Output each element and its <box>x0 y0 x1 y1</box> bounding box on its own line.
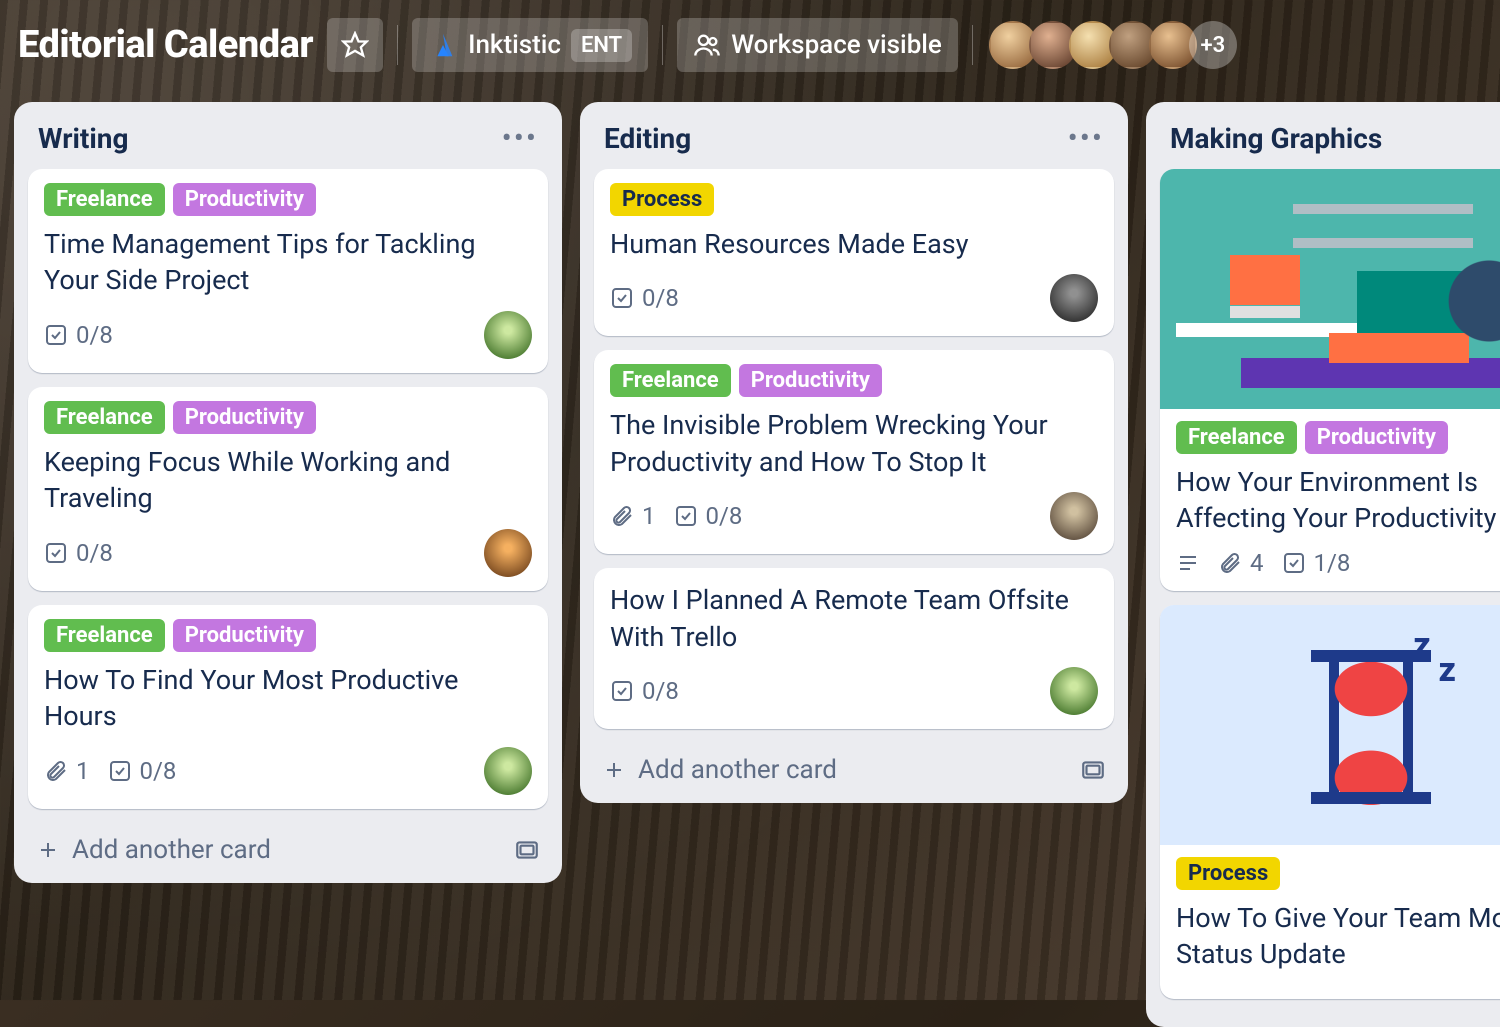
card-cover-image <box>1160 169 1500 409</box>
header-divider <box>972 25 973 65</box>
workspace-plan-badge: ENT <box>571 29 632 62</box>
card-title: Human Resources Made Easy <box>610 226 1098 262</box>
card-member-avatar[interactable] <box>1050 274 1098 322</box>
card-title: How To Find Your Most Productive Hours <box>44 662 532 735</box>
template-icon[interactable] <box>1080 757 1106 783</box>
attachment-badge: 1 <box>610 502 656 530</box>
workspace-name: Inktistic <box>468 30 561 60</box>
list-title[interactable]: Editing <box>604 122 691 155</box>
paperclip-icon <box>610 504 634 528</box>
label-freelance[interactable]: Freelance <box>1176 421 1297 454</box>
card-title: Time Management Tips for Tackling Your S… <box>44 226 532 299</box>
card-title: Keeping Focus While Working and Travelin… <box>44 444 532 517</box>
card[interactable]: Freelance Productivity How To Find Your … <box>28 605 548 809</box>
label-freelance[interactable]: Freelance <box>610 364 731 397</box>
checklist-badge: 0/8 <box>610 677 679 705</box>
attachment-badge: 1 <box>44 757 90 785</box>
checklist-badge: 0/8 <box>44 321 113 349</box>
label-freelance[interactable]: Freelance <box>44 619 165 652</box>
card[interactable]: How I Planned A Remote Team Offsite With… <box>594 568 1114 729</box>
checklist-badge: 0/8 <box>674 502 743 530</box>
description-icon <box>1176 551 1200 575</box>
add-card-button[interactable]: Add another card <box>36 835 271 865</box>
star-button[interactable] <box>327 18 383 72</box>
card-member-avatar[interactable] <box>484 747 532 795</box>
checklist-icon <box>44 323 68 347</box>
more-members-button[interactable]: +3 <box>1189 21 1237 69</box>
plus-icon <box>602 758 626 782</box>
card[interactable]: Freelance Productivity Time Management T… <box>28 169 548 373</box>
card[interactable]: z z z z Process How To Give Your Team Mo… <box>1160 605 1500 999</box>
star-icon <box>341 31 369 59</box>
card-member-avatar[interactable] <box>1050 492 1098 540</box>
workspace-button[interactable]: Inktistic ENT <box>412 18 648 72</box>
card-cover-image: z z z z <box>1160 605 1500 845</box>
checklist-badge: 0/8 <box>108 757 177 785</box>
label-process[interactable]: Process <box>610 183 714 216</box>
add-card-button[interactable]: Add another card <box>602 755 837 785</box>
atlassian-icon <box>428 30 458 60</box>
card[interactable]: Freelance Productivity How Your Environm… <box>1160 169 1500 591</box>
card-title: How I Planned A Remote Team Offsite With… <box>610 582 1098 655</box>
checklist-icon <box>610 679 634 703</box>
label-productivity[interactable]: Productivity <box>1305 421 1448 454</box>
list-title[interactable]: Making Graphics <box>1170 122 1382 155</box>
label-productivity[interactable]: Productivity <box>173 619 316 652</box>
card-member-avatar[interactable] <box>1050 667 1098 715</box>
label-freelance[interactable]: Freelance <box>44 183 165 216</box>
checklist-badge: 0/8 <box>44 539 113 567</box>
checklist-icon <box>610 286 634 310</box>
checklist-icon <box>108 759 132 783</box>
checklist-badge: 0/8 <box>610 284 679 312</box>
board-canvas: Writing ••• Freelance Productivity Time … <box>0 102 1500 1027</box>
checklist-icon <box>44 541 68 565</box>
checklist-badge: 1/8 <box>1282 549 1351 577</box>
list-menu-button[interactable]: ••• <box>1068 134 1104 144</box>
board-header: Editorial Calendar Inktistic ENT Workspa… <box>0 0 1500 102</box>
paperclip-icon <box>1218 551 1242 575</box>
label-productivity[interactable]: Productivity <box>173 401 316 434</box>
checklist-icon <box>1282 551 1306 575</box>
list-writing: Writing ••• Freelance Productivity Time … <box>14 102 562 883</box>
list-menu-button[interactable]: ••• <box>502 134 538 144</box>
card-member-avatar[interactable] <box>484 529 532 577</box>
visibility-button[interactable]: Workspace visible <box>677 18 958 72</box>
label-process[interactable]: Process <box>1176 857 1280 890</box>
card-title: The Invisible Problem Wrecking Your Prod… <box>610 407 1098 480</box>
label-productivity[interactable]: Productivity <box>739 364 882 397</box>
list-title[interactable]: Writing <box>38 122 128 155</box>
template-icon[interactable] <box>514 837 540 863</box>
label-freelance[interactable]: Freelance <box>44 401 165 434</box>
attachment-badge: 4 <box>1218 549 1264 577</box>
list-editing: Editing ••• Process Human Resources Made… <box>580 102 1128 803</box>
visibility-label: Workspace visible <box>731 30 942 60</box>
header-divider <box>662 25 663 65</box>
plus-icon <box>36 838 60 862</box>
paperclip-icon <box>44 759 68 783</box>
card-title: How Your Environment Is Affecting Your P… <box>1176 464 1500 537</box>
member-avatars[interactable]: +3 <box>997 21 1237 69</box>
card[interactable]: Freelance Productivity Keeping Focus Whi… <box>28 387 548 591</box>
checklist-icon <box>674 504 698 528</box>
card-title: How To Give Your Team Monthly Status Upd… <box>1176 900 1500 973</box>
people-icon <box>693 31 721 59</box>
card-member-avatar[interactable] <box>484 311 532 359</box>
label-productivity[interactable]: Productivity <box>173 183 316 216</box>
board-title[interactable]: Editorial Calendar <box>18 23 313 67</box>
card[interactable]: Process Human Resources Made Easy 0/8 <box>594 169 1114 336</box>
description-badge <box>1176 551 1200 575</box>
list-making-graphics: Making Graphics Freelance Productivity H… <box>1146 102 1500 1027</box>
header-divider <box>397 25 398 65</box>
card[interactable]: Freelance Productivity The Invisible Pro… <box>594 350 1114 554</box>
